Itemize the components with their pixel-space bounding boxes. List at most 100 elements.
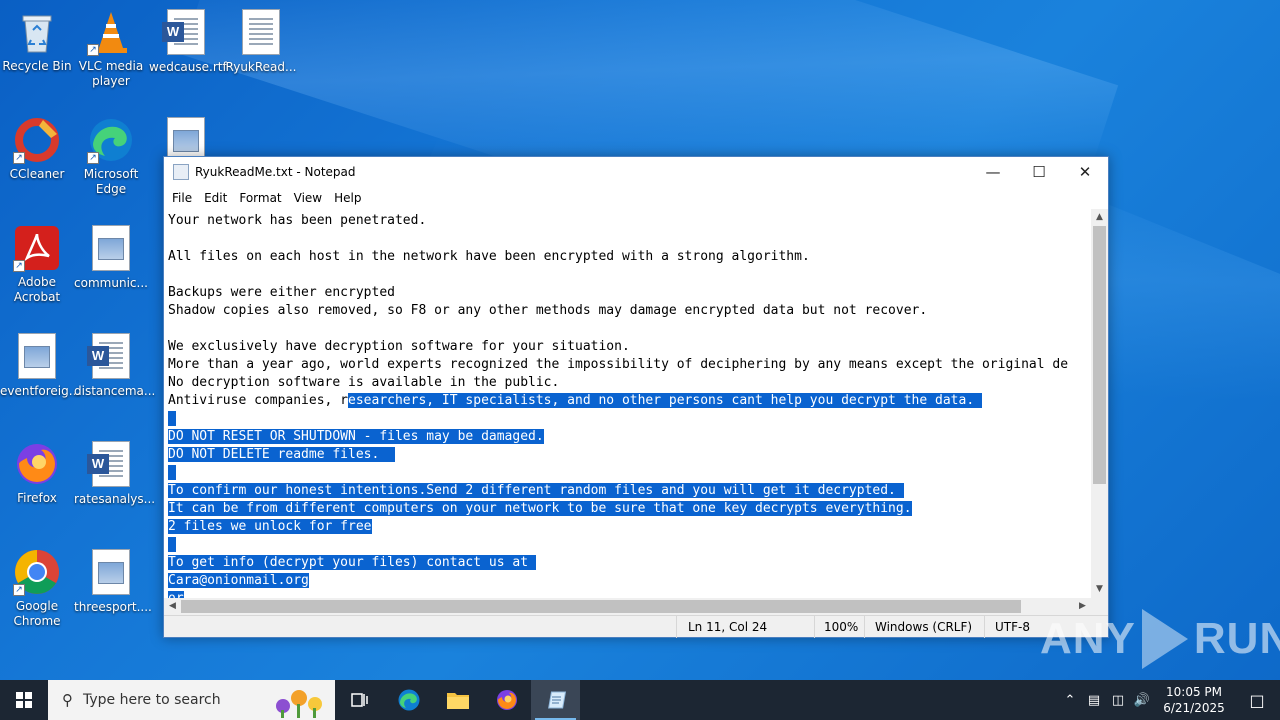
menu-file[interactable]: File xyxy=(166,189,198,207)
shortcut-arrow-icon: ↗ xyxy=(13,152,25,164)
desktop-icon-ryukreadme[interactable]: RyukRead... xyxy=(224,8,298,75)
desktop-icon-ccleaner[interactable]: ↗ CCleaner xyxy=(0,116,74,182)
desktop-icon-label: communic... xyxy=(74,276,148,290)
menu-edit[interactable]: Edit xyxy=(198,189,233,207)
desktop-icon-microsoft-edge[interactable]: ↗ Microsoft Edge xyxy=(74,116,148,197)
clock-time: 10:05 PM xyxy=(1166,685,1222,699)
text-line xyxy=(168,536,1091,554)
text-line: It can be from different computers on yo… xyxy=(168,500,1091,518)
text-line-plain: Antiviruse companies, r xyxy=(168,393,349,408)
word-badge-icon: W xyxy=(87,346,109,366)
text-content[interactable]: Your network has been penetrated. All fil… xyxy=(164,209,1091,598)
text-line: DO NOT DELETE readme files. xyxy=(168,446,1091,464)
text-editor[interactable]: Your network has been penetrated. All fil… xyxy=(164,209,1091,598)
desktop-icon-adobe-acrobat[interactable]: ↗ Adobe Acrobat xyxy=(0,224,74,305)
scroll-down-arrow-icon[interactable]: ▼ xyxy=(1091,581,1108,598)
shortcut-arrow-icon: ↗ xyxy=(13,260,25,272)
close-button[interactable]: ✕ xyxy=(1062,157,1108,187)
watermark-text: ANY xyxy=(1040,614,1136,663)
desktop-icon-label: Google Chrome xyxy=(13,599,61,628)
desktop-icon-label: Microsoft Edge xyxy=(83,167,139,196)
text-line: Shadow copies also removed, so F8 or any… xyxy=(168,302,1091,320)
menu-help[interactable]: Help xyxy=(328,189,367,207)
desktop-icon-threesport[interactable]: threesport.... xyxy=(74,548,152,615)
image-file-icon xyxy=(13,333,61,381)
notification-center-icon[interactable]: □ xyxy=(1234,691,1280,710)
desktop-icon-label: Adobe Acrobat xyxy=(13,275,61,304)
taskbar-search-box[interactable]: ⚲ Type here to search xyxy=(48,680,335,720)
taskbar-clock[interactable]: 10:05 PM 6/21/2025 xyxy=(1154,684,1234,716)
desktop-icon-label: CCleaner xyxy=(9,167,65,181)
text-line: Your network has been penetrated. xyxy=(168,212,1091,230)
text-line xyxy=(168,320,1091,338)
text-line xyxy=(168,266,1091,284)
desktop-icon-wedcause[interactable]: W wedcause.rtf xyxy=(149,8,227,75)
desktop-icon-label: Recycle Bin xyxy=(2,59,72,73)
maximize-button[interactable]: ☐ xyxy=(1016,157,1062,187)
taskbar-notepad[interactable] xyxy=(531,680,580,720)
search-icon: ⚲ xyxy=(62,691,73,709)
notepad-titlebar[interactable]: RyukReadMe.txt - Notepad — ☐ ✕ xyxy=(164,157,1108,187)
windows-logo-icon xyxy=(16,692,32,708)
start-button[interactable] xyxy=(0,680,48,720)
desktop-icon-communic[interactable]: communic... xyxy=(74,224,148,291)
show-hidden-icons-chevron-icon[interactable]: ⌃ xyxy=(1058,693,1082,708)
desktop-icon-vlc[interactable]: ↗ VLC media player xyxy=(74,8,148,89)
minimize-button[interactable]: — xyxy=(970,157,1016,187)
clock-date: 6/21/2025 xyxy=(1163,701,1225,715)
task-view-button[interactable] xyxy=(335,680,384,720)
selected-text: DO NOT RESET OR SHUTDOWN - files may be … xyxy=(168,429,544,444)
cursor-position: Ln 11, Col 24 xyxy=(688,620,768,634)
desktop-icon-google-chrome[interactable]: ↗ Google Chrome xyxy=(0,548,74,629)
desktop-icon-distancema[interactable]: W distancema... xyxy=(74,332,155,399)
desktop: Recycle Bin ↗ CCleaner ↗ Adobe Acrobat e… xyxy=(0,0,1280,680)
menu-view[interactable]: View xyxy=(288,189,328,207)
desktop-icon-recycle-bin[interactable]: Recycle Bin xyxy=(0,8,74,74)
desktop-icon-label: threesport.... xyxy=(74,600,152,614)
taskbar-edge[interactable] xyxy=(384,680,433,720)
device-icon[interactable]: ▤ xyxy=(1082,693,1106,708)
horizontal-scrollbar[interactable]: ◀ ▶ xyxy=(164,598,1091,615)
microsoft-edge-icon: ↗ xyxy=(87,116,135,164)
menu-format[interactable]: Format xyxy=(233,189,287,207)
selected-text xyxy=(168,411,176,426)
scroll-up-arrow-icon[interactable]: ▲ xyxy=(1091,209,1108,226)
anyrun-watermark: ANY RUN xyxy=(1040,606,1280,672)
notepad-window[interactable]: RyukReadMe.txt - Notepad — ☐ ✕ File Edit… xyxy=(163,156,1109,638)
shortcut-arrow-icon: ↗ xyxy=(13,584,25,596)
volume-icon[interactable]: 🔊 xyxy=(1130,693,1154,708)
image-file-icon xyxy=(87,225,135,273)
text-line-plain: All files on each host in the network ha… xyxy=(168,249,810,264)
desktop-icon-firefox[interactable]: Firefox xyxy=(0,440,74,506)
desktop-icon-label: VLC media player xyxy=(78,59,144,88)
watermark-play-icon xyxy=(1141,609,1188,669)
text-line: or xyxy=(168,590,1091,598)
desktop-icon-label: ratesanalys... xyxy=(74,492,156,506)
shortcut-arrow-icon: ↗ xyxy=(87,44,99,56)
text-line: To get info (decrypt your files) contact… xyxy=(168,554,1091,572)
vertical-scrollbar[interactable]: ▲ ▼ xyxy=(1091,209,1108,598)
scroll-left-arrow-icon[interactable]: ◀ xyxy=(164,598,181,615)
system-tray: ⌃ ▤ ◫ 🔊 10:05 PM 6/21/2025 □ xyxy=(1058,680,1280,720)
status-divider xyxy=(864,616,865,638)
status-divider xyxy=(984,616,985,638)
selected-text: esearchers, IT specialists, and no other… xyxy=(348,393,982,408)
recycle-bin-icon xyxy=(13,8,61,56)
desktop-icon-label: RyukRead... xyxy=(225,60,297,74)
taskbar-file-explorer[interactable] xyxy=(433,680,482,720)
vertical-scroll-thumb[interactable] xyxy=(1093,226,1106,484)
zoom-level: 100% xyxy=(824,620,859,634)
text-line-plain: Shadow copies also removed, so F8 or any… xyxy=(168,303,928,318)
text-line: No decryption software is available in t… xyxy=(168,374,1091,392)
text-line xyxy=(168,464,1091,482)
microsoft-edge-icon xyxy=(398,689,419,711)
line-ending: Windows (CRLF) xyxy=(875,620,973,634)
network-icon[interactable]: ◫ xyxy=(1106,693,1130,708)
text-line-plain: We exclusively have decryption software … xyxy=(168,339,630,354)
selected-text: To get info (decrypt your files) contact… xyxy=(168,555,536,570)
desktop-icon-eventforeig[interactable]: eventforeig... xyxy=(0,332,80,399)
desktop-icon-ratesanalys[interactable]: W ratesanalys... xyxy=(74,440,156,507)
text-line: We exclusively have decryption software … xyxy=(168,338,1091,356)
taskbar-firefox[interactable] xyxy=(482,680,531,720)
horizontal-scroll-thumb[interactable] xyxy=(181,600,1021,613)
